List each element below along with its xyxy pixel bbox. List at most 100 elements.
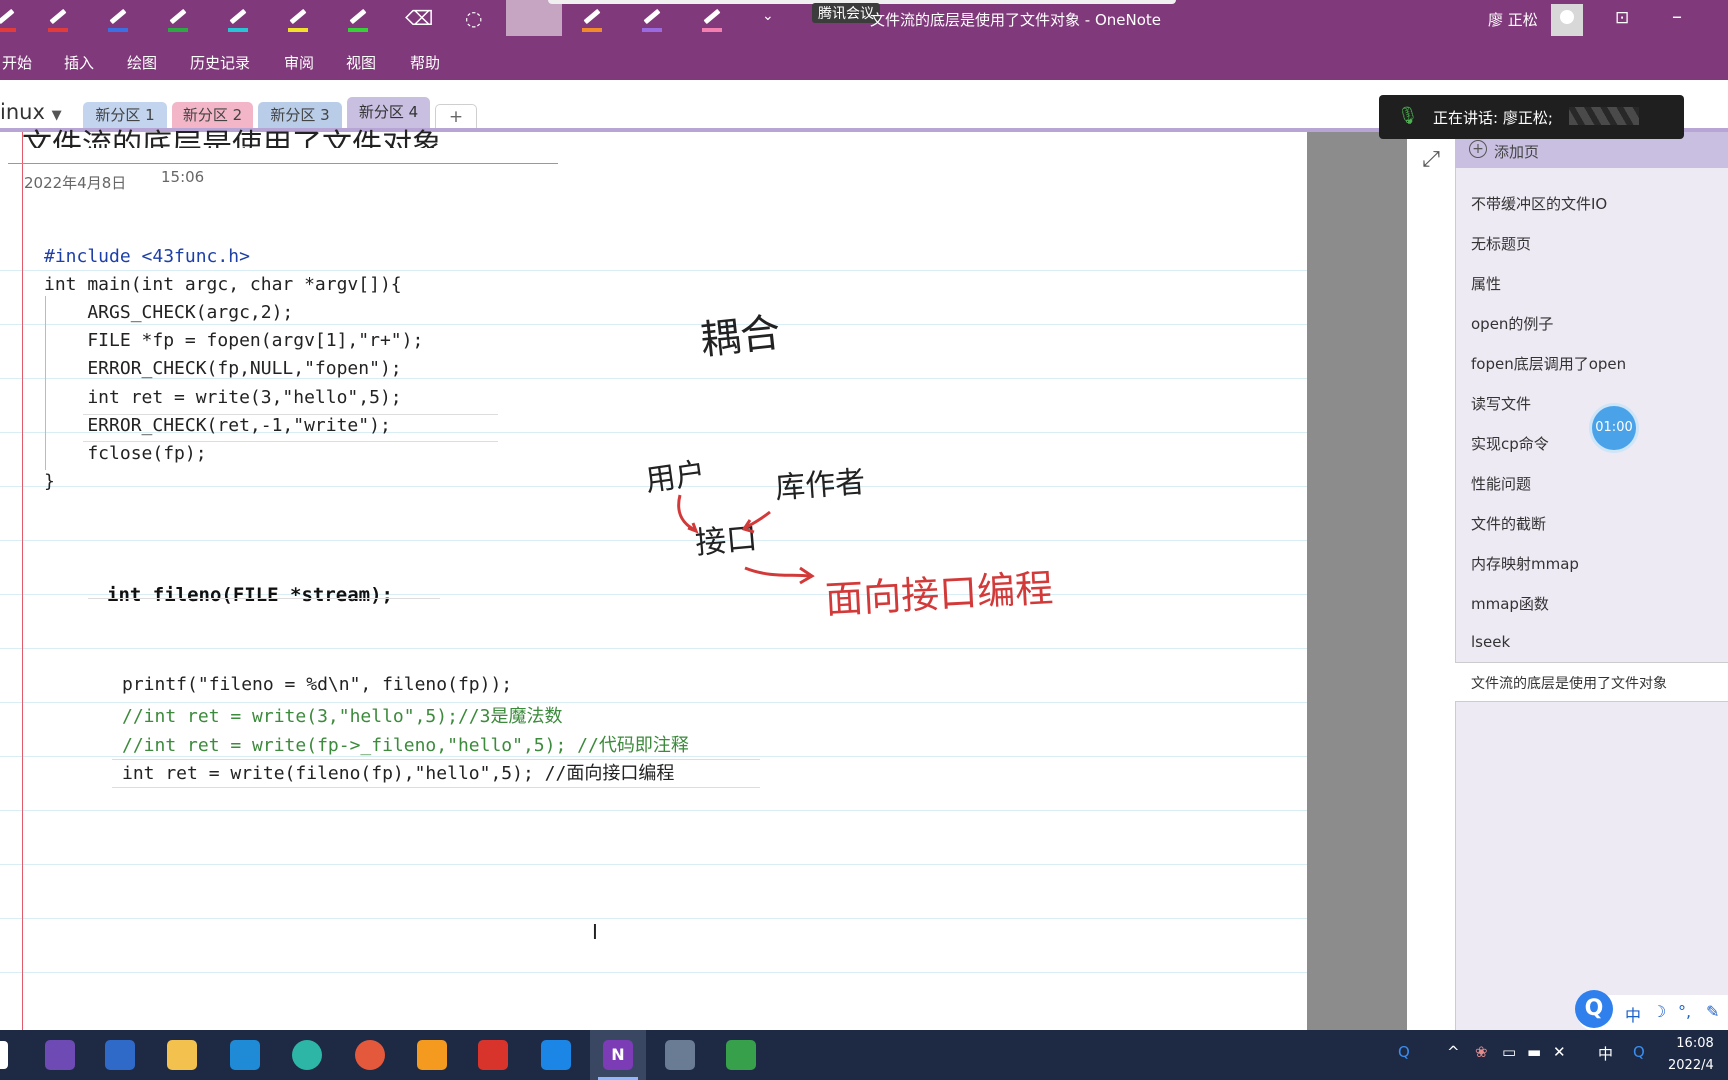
plus-circle-icon: + bbox=[1469, 140, 1487, 158]
network-icon[interactable]: ▭ bbox=[1502, 1043, 1516, 1061]
battery-icon[interactable]: ▬ bbox=[1527, 1043, 1541, 1061]
swirl-app-icon[interactable] bbox=[355, 1040, 385, 1070]
ribbon-menu-bar: 开始 插入 绘图 历史记录 审阅 视图 帮助 bbox=[0, 40, 1728, 80]
menu-view[interactable]: 视图 bbox=[346, 52, 376, 73]
page-item[interactable]: 读写文件 bbox=[1471, 393, 1531, 414]
code-line[interactable]: //int ret = write(3,"hello",5);//3是魔法数 bbox=[122, 702, 562, 728]
red-v-app-icon[interactable] bbox=[478, 1040, 508, 1070]
folder-icon[interactable] bbox=[167, 1040, 197, 1070]
pen-red-icon[interactable] bbox=[0, 8, 20, 32]
page-item[interactable]: 性能问题 bbox=[1471, 473, 1531, 494]
code-line[interactable]: int ret = write(3,"hello",5); bbox=[44, 387, 401, 408]
code-line[interactable]: FILE *fp = fopen(argv[1],"r+"); bbox=[44, 330, 423, 351]
minimize-button[interactable]: – bbox=[1672, 4, 1682, 28]
edge-icon[interactable] bbox=[292, 1040, 322, 1070]
ime-indicator[interactable]: 中 bbox=[1598, 1043, 1613, 1064]
flower-tray-icon[interactable]: ❀ bbox=[1475, 1043, 1488, 1061]
pen-purple-icon[interactable] bbox=[640, 8, 666, 32]
menu-history[interactable]: 历史记录 bbox=[190, 52, 250, 73]
menu-home[interactable]: 开始 bbox=[2, 52, 32, 73]
pen-green-icon[interactable] bbox=[166, 8, 192, 32]
lasso-select-icon[interactable]: ◌ bbox=[465, 6, 482, 30]
orange-app-icon[interactable] bbox=[417, 1040, 447, 1070]
ime-punctuation-icon[interactable]: °, bbox=[1678, 1002, 1691, 1021]
rule-line bbox=[0, 270, 1307, 271]
page-item[interactable]: 文件的截断 bbox=[1471, 513, 1546, 534]
rule-line bbox=[0, 864, 1307, 865]
user-name[interactable]: 廖 正松 bbox=[1488, 9, 1538, 30]
code-line[interactable]: int ret = write(fileno(fp),"hello",5); /… bbox=[122, 759, 674, 785]
rule-line bbox=[0, 648, 1307, 649]
page-item[interactable]: 属性 bbox=[1471, 273, 1501, 294]
page-item[interactable]: 无标题页 bbox=[1471, 233, 1531, 254]
visual-studio-icon[interactable] bbox=[45, 1040, 75, 1070]
code-line[interactable]: int main(int argc, char *argv[]){ bbox=[44, 274, 402, 295]
clock-date: 2022/4 bbox=[1668, 1058, 1714, 1073]
start-button[interactable] bbox=[0, 1041, 8, 1069]
ink-arrows bbox=[677, 494, 815, 585]
calculator-icon[interactable] bbox=[665, 1040, 695, 1070]
rule-line bbox=[0, 918, 1307, 919]
page-date: 2022年4月8日 bbox=[24, 174, 127, 192]
page-item-selected-label[interactable]: 文件流的底层是使用了文件对象 bbox=[1471, 673, 1667, 693]
code-line[interactable]: #include <43func.h> bbox=[44, 246, 250, 267]
ime-moon-icon[interactable]: ☽ bbox=[1652, 1002, 1666, 1021]
microphone-icon: 🎙 bbox=[1397, 106, 1419, 126]
page-item[interactable]: open的例子 bbox=[1471, 313, 1553, 334]
show-hidden-icons-chevron[interactable]: ^ bbox=[1447, 1043, 1460, 1061]
blurred-name bbox=[1569, 107, 1639, 125]
page-title[interactable]: 文件流的底层是使用了文件对象 bbox=[22, 120, 442, 148]
eraser-icon[interactable]: ⌫ bbox=[405, 6, 433, 30]
page-item[interactable]: lseek bbox=[1471, 633, 1510, 651]
code-line[interactable]: printf("fileno = %d\n", fileno(fp)); bbox=[122, 674, 512, 695]
pen-yellow-icon[interactable] bbox=[286, 8, 312, 32]
avatar[interactable] bbox=[1551, 4, 1583, 36]
qq-tray-icon[interactable]: Q bbox=[1398, 1043, 1410, 1061]
pen-green-highlighter-icon[interactable] bbox=[346, 8, 372, 32]
page-item[interactable]: 不带缓冲区的文件IO bbox=[1471, 193, 1607, 214]
menu-draw[interactable]: 绘图 bbox=[127, 52, 157, 73]
ribbon-display-options-icon[interactable]: ⊡ bbox=[1615, 8, 1629, 28]
onenote-icon[interactable]: N bbox=[603, 1040, 633, 1070]
system-clock[interactable]: 16:08 2022/4 bbox=[1668, 1033, 1714, 1077]
blue-app-icon[interactable] bbox=[541, 1040, 571, 1070]
qq-tray-icon-2[interactable]: Q bbox=[1633, 1043, 1645, 1061]
ink-note-coupling[interactable]: 耦合 bbox=[697, 300, 783, 366]
text-cursor-icon: I bbox=[592, 920, 598, 944]
window-title: 文件流的底层是使用了文件对象 - OneNote bbox=[870, 11, 1162, 29]
more-pens-chevron-icon[interactable]: ⌄ bbox=[762, 8, 774, 24]
code-line[interactable]: //int ret = write(fp->_fileno,"hello",5)… bbox=[122, 731, 689, 757]
meeting-timer[interactable]: 01:00 bbox=[1592, 406, 1636, 450]
pen-red-icon[interactable] bbox=[46, 8, 72, 32]
code-line[interactable]: ERROR_CHECK(ret,-1,"write"); bbox=[44, 415, 390, 436]
ime-logo-icon[interactable]: Q bbox=[1575, 990, 1613, 1028]
code-line[interactable]: ARGS_CHECK(argc,2); bbox=[44, 302, 293, 323]
page-item[interactable]: 内存映射mmap bbox=[1471, 553, 1579, 574]
vscode-icon[interactable] bbox=[230, 1040, 260, 1070]
code-line[interactable]: fclose(fp); bbox=[44, 443, 206, 464]
page-list-pane bbox=[1455, 132, 1728, 1030]
code-line[interactable]: ERROR_CHECK(fp,NULL,"fopen"); bbox=[44, 358, 401, 379]
expand-icon[interactable]: ⤢ bbox=[1408, 136, 1454, 184]
menu-help[interactable]: 帮助 bbox=[410, 52, 440, 73]
menu-review[interactable]: 审阅 bbox=[284, 52, 314, 73]
page-item[interactable]: mmap函数 bbox=[1471, 593, 1549, 614]
ime-settings-icon[interactable]: ✎ bbox=[1706, 1002, 1719, 1021]
pen-selected-highlight[interactable] bbox=[506, 0, 562, 36]
pen-orange-icon[interactable] bbox=[580, 8, 606, 32]
fileno-prototype[interactable]: int fileno(FILE *stream); bbox=[107, 584, 393, 606]
volume-muted-icon[interactable]: ✕ bbox=[1553, 1043, 1566, 1061]
pen-blue-icon[interactable] bbox=[106, 8, 132, 32]
rule-line bbox=[0, 972, 1307, 973]
code-line[interactable]: } bbox=[44, 471, 55, 492]
file-manager-icon[interactable] bbox=[105, 1040, 135, 1070]
speaking-indicator: 🎙 正在讲话: 廖正松; bbox=[1379, 95, 1684, 139]
page-item[interactable]: fopen底层调用了open bbox=[1471, 353, 1626, 374]
page-item[interactable]: 实现cp命令 bbox=[1471, 433, 1549, 454]
ime-mode-chinese[interactable]: 中 bbox=[1625, 1002, 1641, 1026]
green-red-app-icon[interactable] bbox=[726, 1040, 756, 1070]
menu-insert[interactable]: 插入 bbox=[64, 52, 94, 73]
pen-pink-icon[interactable] bbox=[700, 8, 726, 32]
pen-cyan-icon[interactable] bbox=[226, 8, 252, 32]
title-underline bbox=[8, 163, 558, 164]
